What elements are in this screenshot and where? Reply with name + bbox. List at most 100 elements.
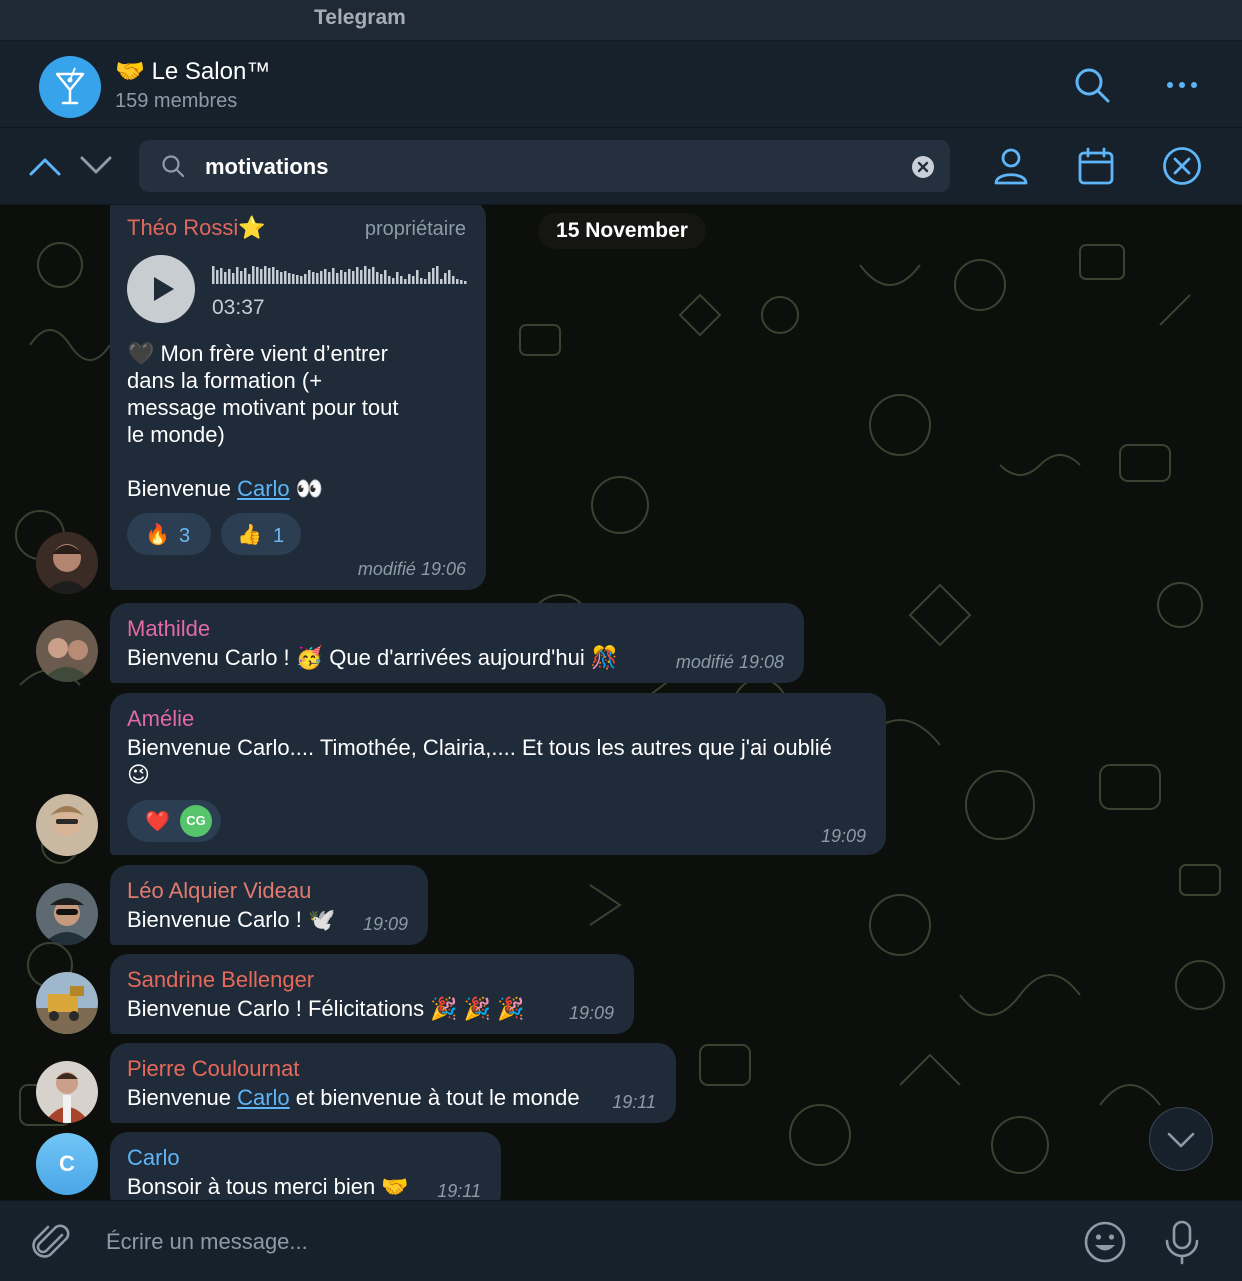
emoji-button[interactable] [1083,1220,1127,1269]
message-text: 🖤 Mon frère vient d’entrer dans la forma… [127,340,467,502]
search-icon [1075,68,1110,103]
sender-name[interactable]: Pierre Coulournat [127,1055,299,1082]
message-time: modifié 19:06 [357,559,466,579]
message-bubble-pierre[interactable]: Pierre Coulournat Bienvenue Carlo et bie… [110,1043,676,1123]
message-text-line: Bienvenue Carlo 👀 [127,475,467,502]
avatar[interactable] [36,883,98,945]
message-bubble-sandrine[interactable]: Sandrine Bellenger Bienvenue Carlo ! Fél… [110,954,634,1034]
reaction-count: 1 [273,525,285,547]
chevron-down-icon [1167,1132,1195,1148]
avatar[interactable] [36,972,98,1034]
chevron-down-icon [80,156,112,174]
search-input[interactable] [203,150,887,184]
sender-name[interactable]: Carlo [127,1144,180,1171]
mention-link[interactable]: Carlo [237,476,290,501]
message-bubble-amelie[interactable]: Amélie Bienvenue Carlo.... Timothée, Cla… [110,693,886,855]
sender-name[interactable]: Léo Alquier Videau [127,877,311,904]
chevron-up-icon [29,158,61,176]
person-icon [994,148,1028,185]
message-bubble-leo[interactable]: Léo Alquier Videau Bienvenue Carlo ! 🕊️ … [110,865,428,945]
message-text: Bonsoir à tous merci bien 🤝 [127,1174,409,1199]
avatar-photo [36,883,98,945]
role-label: propriétaire [364,218,466,240]
message-bubble-carlo[interactable]: Carlo Bonsoir à tous merci bien 🤝 19:11 [110,1132,501,1200]
message-text: Bienvenue Carlo et bienvenue à tout le m… [127,1084,580,1111]
avatar[interactable] [36,794,98,856]
prev-result-button[interactable] [28,150,62,185]
window-titlebar: Telegram [0,0,1242,41]
search-bar-row [0,128,1242,205]
reaction-thumbs-up[interactable]: 👍 1 [221,513,301,555]
mic-icon [1165,1220,1199,1265]
mention-link[interactable]: Carlo [237,1085,290,1110]
message-time: 19:09 [362,914,408,934]
avatar-photo [36,794,98,856]
message-input[interactable] [104,1223,1008,1261]
reaction-heart[interactable]: ❤️ CG [127,800,221,842]
scroll-to-bottom-button[interactable] [1149,1107,1213,1171]
filter-by-member-button[interactable] [992,146,1030,191]
avatar-photo [36,532,98,594]
message-text-line: 🖤 Mon frère vient d’entrer [127,341,388,366]
martini-icon [55,67,85,105]
message-text-part: et bienvenue à tout le monde [289,1085,580,1110]
group-title: Le Salon™ [151,58,271,85]
message-time: 19:09 [568,1003,614,1023]
group-avatar[interactable] [39,56,101,118]
avatar-letter: C [59,1151,75,1176]
avatar[interactable] [36,1061,98,1123]
avatar-photo [36,972,98,1034]
fire-icon: 🔥 [145,524,170,546]
message-text: Bienvenue Carlo.... Timothée, Clairia,..… [127,734,877,788]
message-text-part: Bienvenue [127,476,238,501]
reaction-fire[interactable]: 🔥 3 [127,513,211,555]
window-title: Telegram [314,6,406,29]
sender-name[interactable]: Amélie [127,705,194,732]
attach-button[interactable] [32,1221,74,1268]
voice-duration: 03:37 [212,296,265,319]
reactor-avatar: CG [180,805,212,837]
more-button[interactable] [1162,65,1202,105]
message-bubble-theo[interactable]: Théo Rossi⭐ propriétaire 03:37 🖤 Mon frè… [110,205,486,590]
message-text-part: 👀 [289,476,324,501]
next-result-button[interactable] [79,150,113,185]
message-time: 19:09 [820,826,866,846]
clear-icon[interactable] [911,155,935,179]
attach-icon [32,1224,70,1258]
jump-to-date-button[interactable] [1077,146,1115,191]
sender-name[interactable]: Sandrine Bellenger [127,966,314,993]
message-time: 19:11 [437,1181,481,1200]
avatar-photo [36,1061,98,1123]
message-text-line: le monde) [127,422,225,447]
avatar[interactable] [36,532,98,594]
voice-record-button[interactable] [1162,1219,1202,1270]
group-name[interactable]: 🤝 Le Salon™ [115,57,270,86]
message-text-line: dans la formation (+ [127,368,323,393]
waveform[interactable] [212,264,468,286]
message-bubble-mathilde[interactable]: Mathilde Bienvenu Carlo ! 🥳 Que d'arrivé… [110,603,804,683]
message-list[interactable]: 15 November Théo Rossi⭐ propriétaire 03:… [0,205,1242,1200]
message-text: Bienvenu Carlo ! 🥳 Que d'arrivées aujour… [127,645,619,670]
header-search-button[interactable] [1072,65,1112,105]
avatar[interactable]: C [36,1133,98,1195]
avatar[interactable] [36,620,98,682]
sender-name: Théo Rossi [127,215,239,240]
message-time: modifié 19:08 [675,652,784,672]
message-time: 19:11 [612,1092,656,1112]
star-icon: ⭐ [238,215,266,240]
chat-header[interactable]: 🤝 Le Salon™ 159 membres [0,41,1242,128]
search-box [139,140,950,192]
message-text-line: Bienvenue Carlo.... Timothée, Clairia,..… [127,735,832,760]
play-icon [154,277,174,301]
heart-icon: ❤️ [145,811,170,833]
message-sender[interactable]: Théo Rossi⭐ [127,214,266,241]
play-button[interactable] [127,255,195,323]
thumbs-up-icon: 👍 [237,524,262,546]
sender-name[interactable]: Mathilde [127,615,210,642]
message-text-line: message motivant pour tout [127,395,399,420]
message-text: Bienvenue Carlo ! Félicitations 🎉 🎉 🎉 [127,996,525,1021]
member-count: 159 membres [115,90,238,112]
search-icon [162,155,185,178]
close-search-button[interactable] [1162,146,1202,191]
avatar-photo [36,620,98,682]
